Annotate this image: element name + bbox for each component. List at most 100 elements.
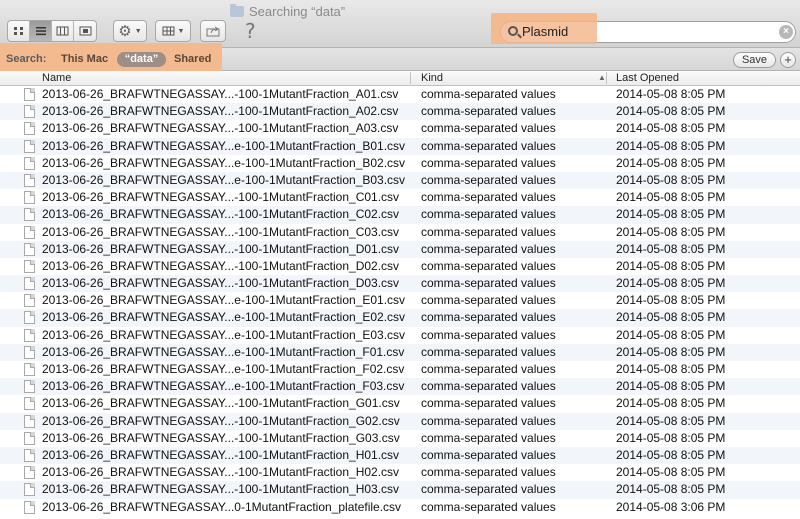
document-icon — [24, 431, 35, 445]
file-row[interactable]: 2013-06-26_BRAFWTNEGASSAY...-100-1Mutant… — [0, 258, 800, 275]
file-kind: comma-separated values — [421, 362, 556, 376]
scope-data-folder[interactable]: “data” — [117, 52, 166, 67]
file-name: 2013-06-26_BRAFWTNEGASSAY...e-100-1Mutan… — [42, 327, 406, 342]
file-last-opened: 2014-05-08 8:05 PM — [616, 362, 726, 376]
file-kind: comma-separated values — [421, 413, 556, 428]
file-last-opened: 2014-05-08 8:05 PM — [616, 310, 726, 325]
file-name: 2013-06-26_BRAFWTNEGASSAY...e-100-1Mutan… — [42, 362, 405, 376]
file-last-opened: 2014-05-08 8:05 PM — [616, 482, 726, 497]
file-last-opened: 2014-05-08 8:05 PM — [616, 241, 726, 256]
file-row[interactable]: 2013-06-26_BRAFWTNEGASSAY...-100-1Mutant… — [0, 86, 800, 103]
column-divider[interactable] — [606, 72, 607, 84]
file-last-opened: 2014-05-08 8:05 PM — [616, 293, 726, 308]
coverflow-view-button[interactable] — [74, 21, 96, 41]
file-last-opened: 2014-05-08 8:05 PM — [616, 104, 726, 119]
file-kind: comma-separated values — [421, 344, 556, 359]
file-row[interactable]: 2013-06-26_BRAFWTNEGASSAY...-100-1Mutant… — [0, 464, 800, 481]
file-name: 2013-06-26_BRAFWTNEGASSAY...-100-1Mutant… — [42, 207, 400, 222]
document-icon — [24, 483, 35, 497]
file-kind: comma-separated values — [421, 499, 556, 514]
add-criteria-button[interactable]: + — [780, 52, 796, 68]
file-row[interactable]: 2013-06-26_BRAFWTNEGASSAY...e-100-1Mutan… — [0, 361, 800, 378]
file-name: 2013-06-26_BRAFWTNEGASSAY...-100-1Mutant… — [42, 396, 400, 411]
share-icon — [206, 26, 220, 36]
file-row[interactable]: 2013-06-26_BRAFWTNEGASSAY...-100-1Mutant… — [0, 481, 800, 499]
help-icon[interactable]: ? — [245, 19, 256, 43]
file-row[interactable]: 2013-06-26_BRAFWTNEGASSAY...-100-1Mutant… — [0, 412, 800, 430]
list-icon — [35, 27, 46, 36]
arrange-menu-button[interactable]: ▼ — [155, 20, 191, 42]
file-row[interactable]: 2013-06-26_BRAFWTNEGASSAY...-100-1Mutant… — [0, 240, 800, 258]
file-row[interactable]: 2013-06-26_BRAFWTNEGASSAY...e-100-1Mutan… — [0, 171, 800, 190]
file-last-opened: 2014-05-08 8:05 PM — [616, 396, 726, 411]
column-kind[interactable]: Kind — [421, 71, 443, 85]
column-name[interactable]: Name — [42, 71, 71, 85]
file-row[interactable]: 2013-06-26_BRAFWTNEGASSAY...-100-1Mutant… — [0, 430, 800, 447]
document-icon — [24, 88, 35, 101]
file-row[interactable]: 2013-06-26_BRAFWTNEGASSAY...-100-1Mutant… — [0, 189, 800, 206]
window-title-text: Searching “data” — [249, 3, 346, 19]
file-row[interactable]: 2013-06-26_BRAFWTNEGASSAY...-100-1Mutant… — [0, 224, 800, 241]
scope-shared[interactable]: Shared — [174, 53, 211, 65]
file-last-opened: 2014-05-08 8:05 PM — [616, 327, 726, 342]
scope-label: Search: — [6, 53, 47, 65]
file-name: 2013-06-26_BRAFWTNEGASSAY...e-100-1Mutan… — [42, 138, 406, 153]
file-row[interactable]: 2013-06-26_BRAFWTNEGASSAY...e-100-1Mutan… — [0, 309, 800, 327]
gear-icon: ⚙ — [118, 22, 132, 40]
file-kind: comma-separated values — [421, 396, 556, 411]
file-name: 2013-06-26_BRAFWTNEGASSAY...-100-1Mutant… — [42, 465, 400, 480]
file-kind: comma-separated values — [421, 172, 556, 187]
file-name: 2013-06-26_BRAFWTNEGASSAY...e-100-1Mutan… — [42, 344, 405, 359]
file-last-opened: 2014-05-08 8:05 PM — [616, 224, 726, 239]
file-row[interactable]: 2013-06-26_BRAFWTNEGASSAY...e-100-1Mutan… — [0, 137, 800, 155]
icon-view-button[interactable] — [8, 21, 30, 41]
file-kind: comma-separated values — [421, 190, 556, 205]
sort-arrow-icon: ▲ — [598, 73, 606, 82]
columns-icon — [56, 26, 69, 36]
document-icon — [24, 242, 35, 256]
save-search-button[interactable]: Save — [733, 52, 776, 68]
file-kind: comma-separated values — [421, 379, 556, 394]
document-icon — [24, 259, 35, 273]
document-icon — [24, 397, 35, 411]
file-kind: comma-separated values — [421, 87, 556, 101]
file-name: 2013-06-26_BRAFWTNEGASSAY...-100-1Mutant… — [42, 241, 400, 256]
share-button[interactable] — [200, 20, 226, 42]
file-last-opened: 2014-05-08 8:05 PM — [616, 121, 726, 136]
arrange-grid-icon — [162, 26, 175, 36]
file-last-opened: 2014-05-08 8:05 PM — [616, 155, 726, 170]
clear-search-icon[interactable]: × — [779, 25, 793, 39]
file-row[interactable]: 2013-06-26_BRAFWTNEGASSAY...e-100-1Mutan… — [0, 155, 800, 172]
action-menu-button[interactable]: ⚙ ▼ — [113, 20, 147, 42]
list-view-button[interactable] — [30, 21, 52, 41]
file-name: 2013-06-26_BRAFWTNEGASSAY...-100-1Mutant… — [42, 482, 400, 497]
file-last-opened: 2014-05-08 8:05 PM — [616, 465, 726, 480]
window-title: Searching “data” — [230, 3, 345, 19]
file-name: 2013-06-26_BRAFWTNEGASSAY...e-100-1Mutan… — [42, 293, 406, 308]
file-kind: comma-separated values — [421, 482, 556, 497]
file-kind: comma-separated values — [421, 241, 556, 256]
column-view-button[interactable] — [52, 21, 74, 41]
file-row[interactable]: 2013-06-26_BRAFWTNEGASSAY...e-100-1Mutan… — [0, 292, 800, 309]
file-row[interactable]: 2013-06-26_BRAFWTNEGASSAY...0-1MutantFra… — [0, 499, 800, 516]
file-row[interactable]: 2013-06-26_BRAFWTNEGASSAY...-100-1Mutant… — [0, 120, 800, 137]
file-row[interactable]: 2013-06-26_BRAFWTNEGASSAY...-100-1Mutant… — [0, 103, 800, 121]
scope-this-mac[interactable]: This Mac — [61, 53, 108, 65]
chevron-down-icon: ▼ — [177, 27, 185, 35]
file-row[interactable]: 2013-06-26_BRAFWTNEGASSAY...e-100-1Mutan… — [0, 378, 800, 396]
file-name: 2013-06-26_BRAFWTNEGASSAY...-100-1Mutant… — [42, 430, 400, 445]
file-row[interactable]: 2013-06-26_BRAFWTNEGASSAY...e-100-1Mutan… — [0, 327, 800, 344]
file-last-opened: 2014-05-08 3:06 PM — [616, 499, 726, 514]
file-row[interactable]: 2013-06-26_BRAFWTNEGASSAY...e-100-1Mutan… — [0, 343, 800, 361]
search-query[interactable]: Plasmid — [522, 24, 568, 39]
column-divider[interactable] — [410, 72, 411, 84]
file-kind: comma-separated values — [421, 430, 556, 445]
file-kind: comma-separated values — [421, 207, 556, 222]
file-row[interactable]: 2013-06-26_BRAFWTNEGASSAY...-100-1Mutant… — [0, 275, 800, 293]
file-row[interactable]: 2013-06-26_BRAFWTNEGASSAY...-100-1Mutant… — [0, 206, 800, 224]
file-row[interactable]: 2013-06-26_BRAFWTNEGASSAY...-100-1Mutant… — [0, 446, 800, 465]
file-row[interactable]: 2013-06-26_BRAFWTNEGASSAY...-100-1Mutant… — [0, 395, 800, 412]
file-kind: comma-separated values — [421, 293, 556, 308]
column-last-opened[interactable]: Last Opened — [616, 71, 679, 85]
view-mode-group — [7, 20, 97, 42]
